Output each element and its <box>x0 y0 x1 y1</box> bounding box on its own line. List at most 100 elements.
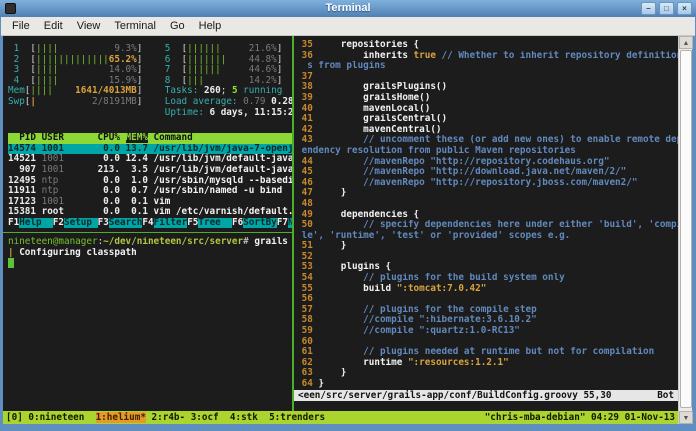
seg-wb: mavenLocal() <box>318 103 431 114</box>
seg-wb: /usr/sbin/mysqld --basedi <box>153 175 292 186</box>
seg-fl[interactable]: Search <box>108 217 143 228</box>
scrollbar[interactable]: ▲ ▼ <box>678 36 693 424</box>
seg-n: 62 <box>296 357 319 368</box>
terminal-line[interactable]: 15381 root 0.0 0.1 vim /etc/varnish/defa… <box>8 207 292 218</box>
menu-view[interactable]: View <box>70 18 108 34</box>
seg-w: root <box>41 207 92 218</box>
window-title: Terminal <box>325 2 371 14</box>
seg-n: 60 <box>296 336 319 347</box>
maximize-button[interactable]: □ <box>659 2 674 15</box>
seg-p: ] <box>276 65 283 76</box>
seg-n: 41 <box>296 114 319 125</box>
seg-d: 1001 <box>41 164 92 175</box>
seg-fl[interactable]: Tree <box>198 217 232 228</box>
close-button[interactable]: × <box>677 2 692 15</box>
seg-fk[interactable]: F3 <box>98 218 109 228</box>
terminal-line: Mem[|||| 1641/4013MB] Tasks: 260; 5 runn… <box>8 86 292 97</box>
seg-p: ] <box>276 75 283 86</box>
tmux-status-bar: [0] 0:nineteen 1:helium* 2:r4b- 3:ocf 4:… <box>3 411 678 424</box>
terminal-line[interactable]: 14574 1001 0.0 13.7 /usr/lib/jvm/java-7-… <box>8 143 292 155</box>
seg-n: 36 <box>296 50 319 61</box>
seg-fk[interactable]: F6 <box>232 218 243 228</box>
seg-p: ] <box>136 96 165 107</box>
seg-n: 53 <box>296 262 319 273</box>
vim-pane[interactable]: 35 repositories { 36 inherits true // Wh… <box>294 36 678 411</box>
seg-p: [ <box>170 75 188 86</box>
seg-wb: runtime <box>318 357 408 368</box>
menu-help[interactable]: Help <box>192 18 229 34</box>
seg-tx[interactable]: [0] 0:nineteen <box>6 412 96 423</box>
seg-tx[interactable]: 2:r4b- 3:ocf 4:stk 5:trenders <box>146 412 326 423</box>
seg-fk[interactable]: F5 <box>187 218 198 228</box>
scrollbar-up-button[interactable]: ▲ <box>679 36 693 49</box>
seg-n: 51 <box>296 241 319 252</box>
seg-d: 1001 <box>41 196 92 207</box>
seg-d: 14.0% <box>58 65 137 76</box>
seg-wb: } <box>318 368 347 379</box>
seg-wb: vim /etc/varnish/default. <box>153 207 292 218</box>
scrollbar-down-button[interactable]: ▼ <box>679 411 693 424</box>
seg-n: 43 <box>296 135 319 146</box>
seg-n: 39 <box>296 92 319 103</box>
seg-c: Uptime: <box>164 107 210 118</box>
terminal-line[interactable]: 11911 ntp 0.0 0.7 /usr/sbin/named -u bin… <box>8 186 292 197</box>
seg-fk[interactable]: F2 <box>53 218 64 228</box>
seg-fl[interactable]: Filter <box>153 217 188 228</box>
menu-terminal[interactable]: Terminal <box>107 18 163 34</box>
terminal-line[interactable]: PID USER CPU% MEM% Command <box>8 133 292 144</box>
seg-cm: le', 'runtime', 'test' or 'provided' sco… <box>296 230 571 241</box>
titlebar[interactable]: Terminal – □ × <box>0 0 696 17</box>
seg-tcur[interactable]: 1:helium* <box>95 412 146 423</box>
seg-n: 42 <box>296 124 319 135</box>
seg-cm: // plugins for the compile step <box>318 304 537 315</box>
scrollbar-thumb[interactable] <box>680 50 692 408</box>
seg-g: |||| <box>36 75 59 86</box>
seg-n: 50 <box>296 220 319 231</box>
shell-pane[interactable]: nineteen@manager:~/dev/nineteen/src/serv… <box>3 233 292 411</box>
seg-w: 17123 <box>8 196 42 207</box>
seg-wb: /usr/lib/jvm/default-java <box>153 154 292 165</box>
seg-cm: // uncomment these (or add new ones) to … <box>318 135 678 146</box>
terminal-line[interactable]: 14521 1001 0.0 12.4 /usr/lib/jvm/default… <box>8 154 292 165</box>
seg-n: 46 <box>296 177 319 188</box>
seg-p: ] <box>136 44 165 54</box>
seg-n: 59 <box>296 326 319 337</box>
terminal-line: 64 } <box>296 379 678 390</box>
terminal-line: 58 //compile ":hibernate:3.6.10.2" <box>296 315 678 326</box>
menu-edit[interactable]: Edit <box>37 18 70 34</box>
menu-file[interactable]: File <box>5 18 37 34</box>
htop-meters: 1 [|||| 9.3%] 5 [|||||| 21.6%] 2 [||||||… <box>8 44 292 118</box>
terminal-line: 40 mavenLocal() <box>296 104 678 115</box>
seg-wb: inherits <box>318 50 414 61</box>
seg-p: [ <box>19 75 36 86</box>
terminal-line[interactable]: 907 1001 213. 3.5 /usr/lib/jvm/default-j… <box>8 165 292 176</box>
seg-p: [ <box>170 65 188 76</box>
terminal-line: 2 [|||||||||||||65.2%] 6 [||||||| 44.8%] <box>8 55 292 66</box>
seg-n: 54 <box>296 273 319 284</box>
seg-fl[interactable]: Setup <box>64 217 98 228</box>
seg-fk[interactable]: F1 <box>8 218 19 228</box>
minimize-button[interactable]: – <box>641 2 656 15</box>
seg-fk[interactable]: F7 <box>277 218 288 228</box>
terminal-line: 50 // specify dependencies here under ei… <box>296 220 678 231</box>
seg-cm: //compile ":quartz:1.0-RC13" <box>318 326 520 337</box>
htop-function-key-bar: F1Help F2Setup F3SearchF4FilterF5Tree F6… <box>8 217 292 229</box>
seg-p: ] <box>136 75 165 86</box>
seg-cm: // plugins needed at runtime but not for… <box>318 347 655 358</box>
terminal-line[interactable]: 12495 ntp 0.0 1.0 /usr/sbin/mysqld --bas… <box>8 176 292 187</box>
menu-go[interactable]: Go <box>163 18 192 34</box>
seg-fl[interactable]: Help <box>19 217 53 228</box>
vim-filename-position: <een/src/server/grails-app/conf/BuildCon… <box>298 390 612 401</box>
seg-y: ":tomcat:7.0.42" <box>396 283 487 294</box>
terminal-line[interactable]: 17123 1001 0.0 0.1 vim <box>8 197 292 208</box>
seg-fk[interactable]: F4 <box>142 218 153 228</box>
terminal-line: 48 <box>296 199 678 210</box>
seg-g: |||||| <box>187 65 221 76</box>
seg-c: Swp <box>8 96 25 107</box>
terminal-line: 3 [|||| 14.0%] 7 [|||||| 44.6%] <box>8 65 292 76</box>
htop-spacer <box>8 118 292 133</box>
terminal-line: 53 plugins { <box>296 262 678 273</box>
seg-fl[interactable]: SortBy <box>243 217 277 228</box>
seg-wb: grailsCentral() <box>318 114 448 125</box>
seg-wb: dependencies { <box>318 209 420 220</box>
